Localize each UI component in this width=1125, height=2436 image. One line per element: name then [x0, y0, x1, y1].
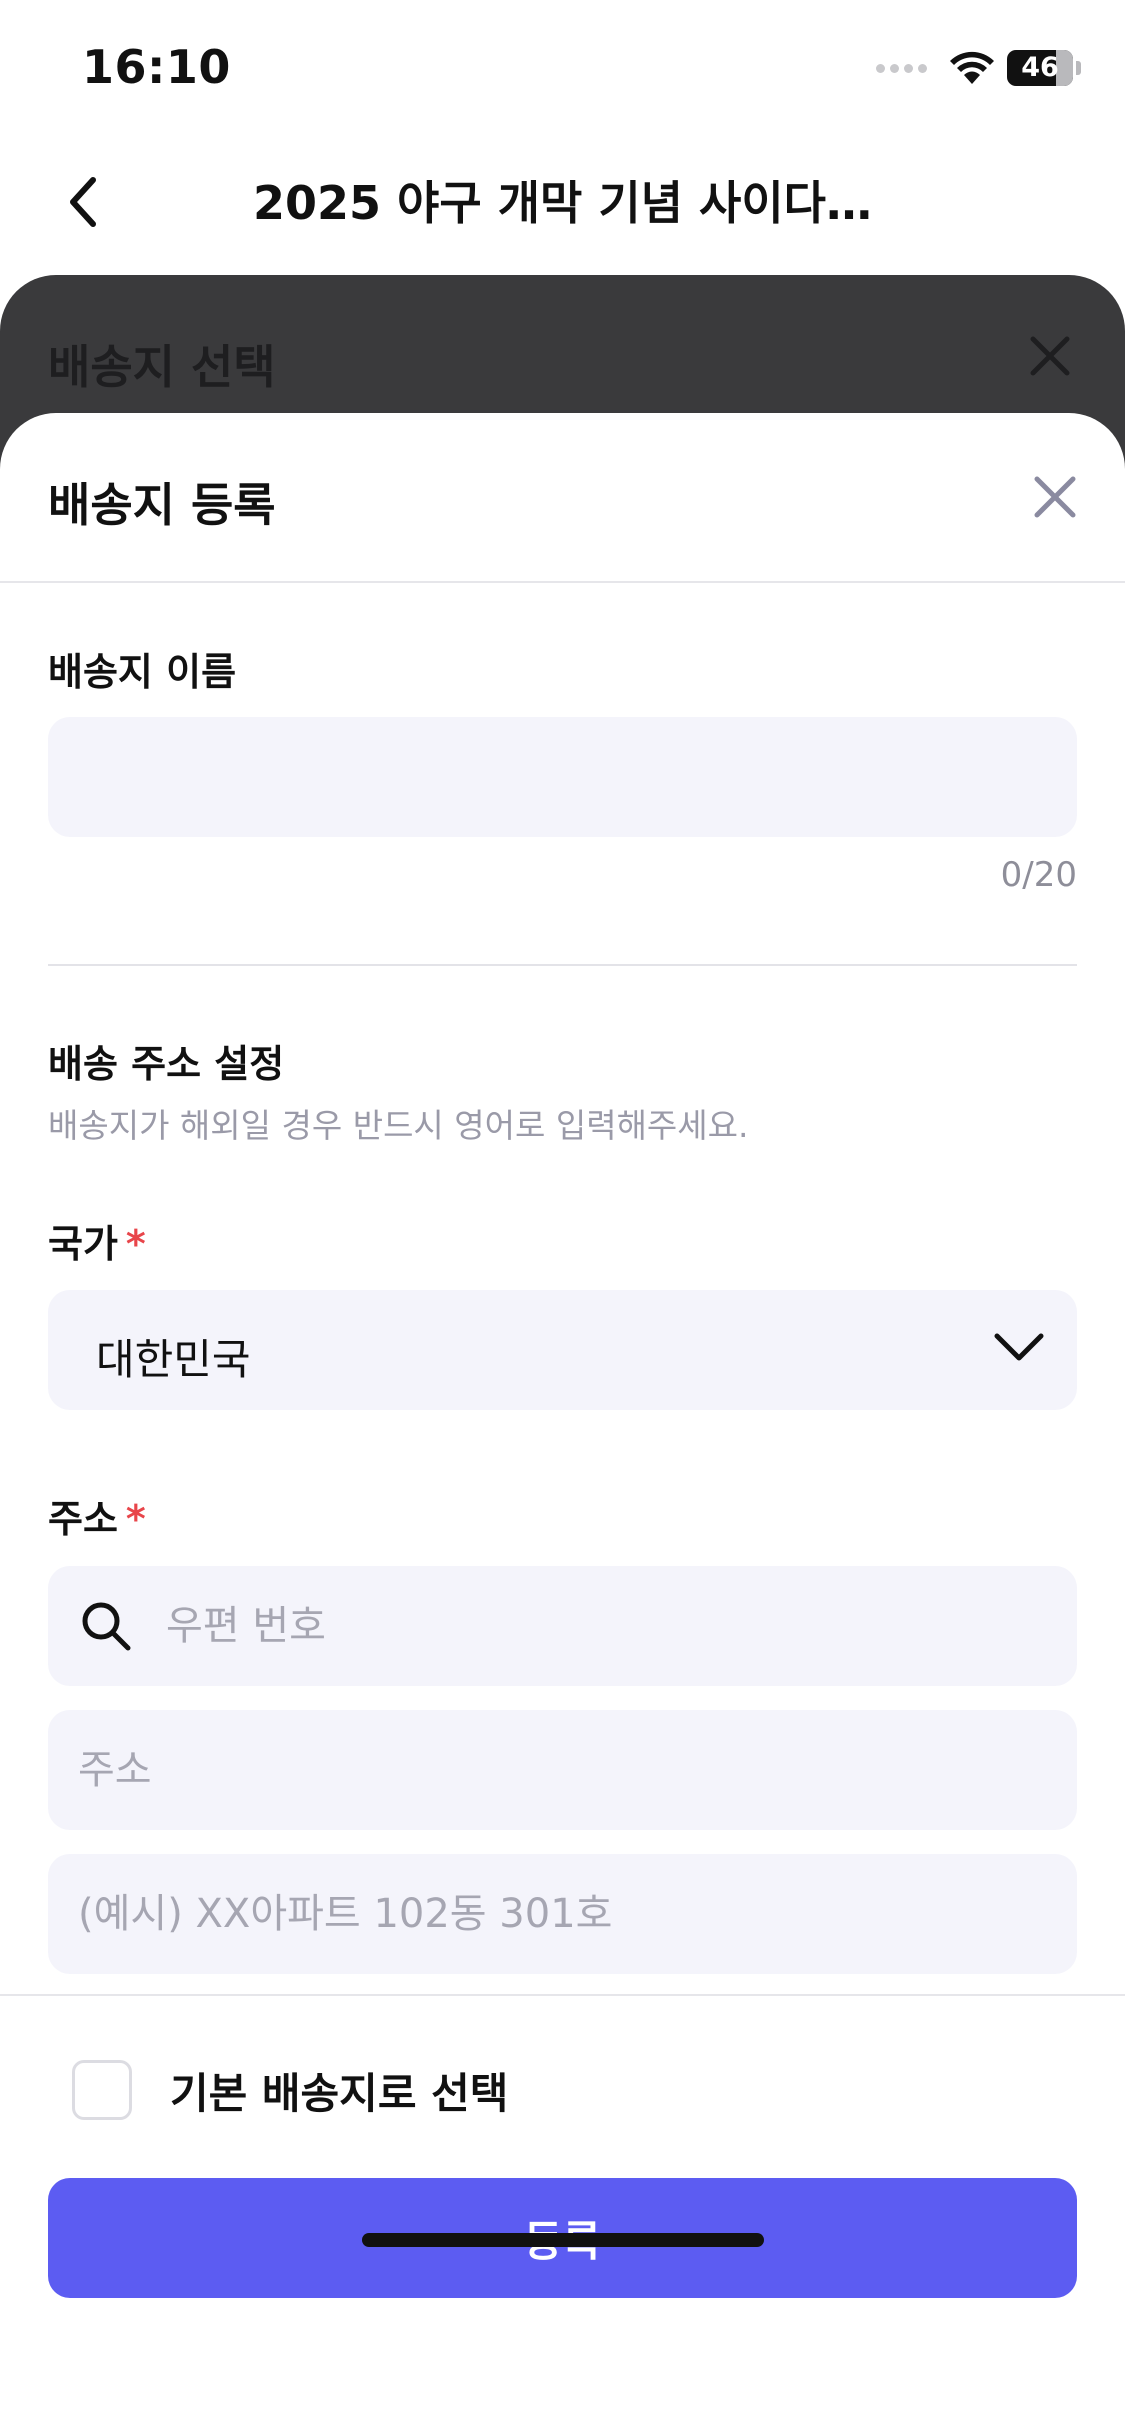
status-bar: 16:10 46: [0, 0, 1125, 135]
back-button[interactable]: [52, 171, 114, 233]
address-detail-input[interactable]: [48, 1854, 1077, 1974]
default-address-option[interactable]: 기본 배송지로 선택: [72, 2058, 508, 2122]
cellular-signal-icon: [876, 63, 927, 73]
required-mark: *: [125, 1497, 146, 1541]
close-icon: [1030, 336, 1070, 376]
footer-divider: [0, 1994, 1125, 1996]
address-settings-title: 배송 주소 설정: [48, 1042, 285, 1086]
char-counter: 0/20: [1000, 855, 1077, 895]
required-mark: *: [125, 1222, 146, 1266]
section-divider: [48, 964, 1077, 966]
default-address-label: 기본 배송지로 선택: [170, 2068, 509, 2118]
address-name-input[interactable]: [48, 717, 1077, 837]
battery-cap: [1076, 61, 1081, 75]
battery-level: 46: [1021, 52, 1059, 83]
postal-code-input[interactable]: [48, 1566, 1077, 1686]
background-sheet-title: 배송지 선택: [48, 340, 276, 394]
nav-bar: 2025 야구 개막 기념 사이다…: [0, 135, 1125, 275]
battery-icon: 46: [1007, 50, 1073, 86]
address-field[interactable]: [48, 1710, 1077, 1830]
status-icons: 46: [876, 48, 1081, 88]
address-name-field[interactable]: [48, 717, 1077, 837]
postal-code-field[interactable]: [48, 1566, 1077, 1686]
address-label-text: 주소: [48, 1497, 118, 1541]
close-icon[interactable]: [1029, 471, 1081, 523]
screen: 16:10 46 2025 야구 개막 기념 사이다… 배송지 선택 배송지 등…: [0, 0, 1125, 2436]
modal-title: 배송지 등록: [48, 478, 276, 532]
address-register-modal: 배송지 등록 배송지 이름 0/20 배송 주소 설정 배송지가 해외일 경우 …: [0, 413, 1125, 2436]
country-select[interactable]: 대한민국: [48, 1290, 1077, 1410]
chevron-left-icon: [70, 177, 96, 227]
search-icon: [82, 1602, 131, 1651]
default-address-checkbox[interactable]: [72, 2060, 132, 2120]
modal-header: 배송지 등록: [0, 413, 1125, 583]
address-label: 주소 *: [48, 1488, 146, 1543]
country-select-value: 대한민국: [96, 1335, 251, 1384]
address-detail-field[interactable]: [48, 1854, 1077, 1974]
home-indicator: [362, 2233, 764, 2247]
page-title: 2025 야구 개막 기념 사이다…: [253, 176, 872, 230]
address-name-label: 배송지 이름: [48, 650, 237, 694]
address-input[interactable]: [48, 1710, 1077, 1830]
status-time: 16:10: [82, 40, 231, 94]
address-helper-text: 배송지가 해외일 경우 반드시 영어로 입력해주세요.: [48, 1106, 749, 1145]
country-label: 국가 *: [48, 1213, 146, 1268]
country-label-text: 국가: [48, 1222, 118, 1266]
wifi-icon: [950, 51, 994, 84]
chevron-down-icon: [994, 1333, 1044, 1361]
